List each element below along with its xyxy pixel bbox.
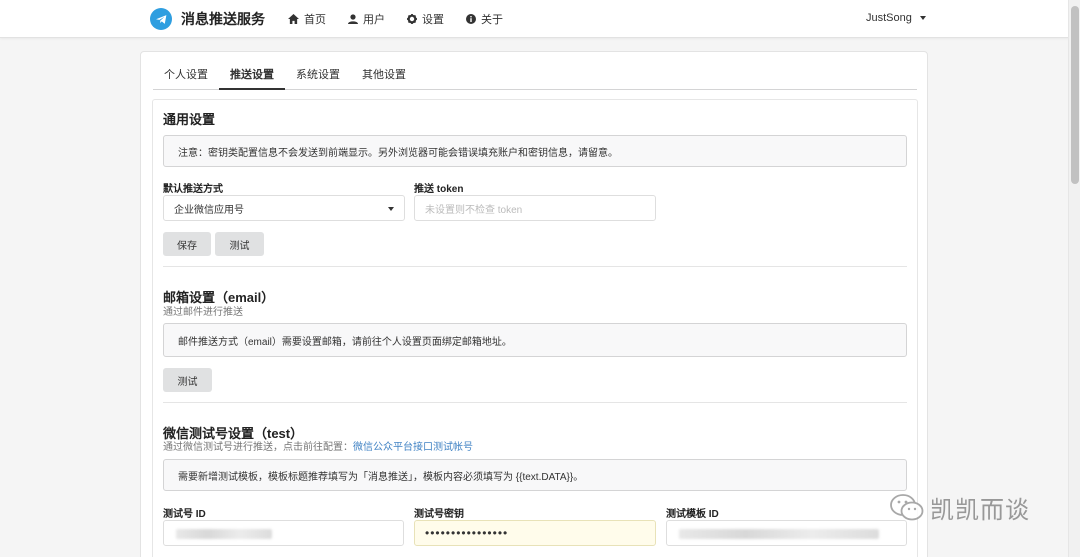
nav-about-label: 关于: [481, 14, 503, 26]
test-id-label: 测试号 ID: [163, 509, 206, 520]
settings-card: 个人设置 推送设置 系统设置 其他设置 通用设置 注意：密钥类配置信息不会发送到…: [140, 51, 928, 557]
info-icon: [466, 14, 476, 24]
brand[interactable]: 消息推送服务: [150, 8, 265, 30]
gear-icon: [407, 14, 417, 24]
push-token-input[interactable]: 未设置则不检查 token: [414, 195, 656, 221]
user-name: JustSong: [866, 12, 912, 24]
page-scrollbar[interactable]: [1068, 0, 1080, 557]
wechat-test-notice: 需要新增测试模板，模板标题推荐填写为「消息推送」，模板内容必须填写为 {{tex…: [163, 459, 907, 491]
nav-about[interactable]: 关于: [466, 11, 503, 27]
email-section-subtitle: 通过邮件进行推送: [163, 307, 243, 318]
default-method-label: 默认推送方式: [163, 184, 223, 195]
wechat-logo-icon: [890, 493, 924, 520]
top-navbar: 消息推送服务 首页 用户 设置 关于 JustSong: [0, 0, 1080, 38]
email-notice: 邮件推送方式（email）需要设置邮箱，请前往个人设置页面绑定邮箱地址。: [163, 323, 907, 357]
test-secret-input[interactable]: ••••••••••••••••: [414, 520, 656, 546]
save-button[interactable]: 保存: [163, 232, 211, 256]
section-divider: [163, 266, 907, 267]
watermark-text: 凯凯而谈: [930, 497, 1030, 524]
test-template-input[interactable]: [666, 520, 907, 546]
nav-home-label: 首页: [304, 14, 326, 26]
home-icon: [288, 14, 299, 24]
default-method-select[interactable]: 企业微信应用号: [163, 195, 405, 221]
wechat-test-section-subtitle: 通过微信测试号进行推送，点击前往配置：微信公众平台接口测试帐号: [163, 438, 473, 453]
nav-users-label: 用户: [363, 14, 385, 26]
user-icon: [348, 14, 358, 24]
watermark: 凯凯而谈: [890, 490, 1030, 525]
dropdown-caret-icon: [388, 207, 394, 211]
user-menu[interactable]: JustSong: [866, 12, 926, 24]
tab-system[interactable]: 系统设置: [285, 62, 351, 90]
wechat-test-subtitle-text: 通过微信测试号进行推送，点击前往配置：: [163, 442, 353, 453]
tab-push[interactable]: 推送设置: [219, 62, 285, 90]
wechat-test-config-link[interactable]: 微信公众平台接口测试帐号: [353, 442, 473, 453]
nav-home[interactable]: 首页: [288, 11, 326, 27]
general-notice: 注意：密钥类配置信息不会发送到前端显示。另外浏览器可能会错误填充账户和密钥信息，…: [163, 135, 907, 167]
redacted-value: [679, 529, 879, 539]
telegram-logo-icon: [150, 8, 172, 30]
redacted-value: [176, 529, 272, 539]
caret-down-icon: [919, 16, 926, 20]
nav-users[interactable]: 用户: [348, 11, 385, 27]
general-section-title: 通用设置: [163, 112, 216, 127]
settings-tabs: 个人设置 推送设置 系统设置 其他设置: [153, 62, 917, 90]
tab-other[interactable]: 其他设置: [351, 62, 417, 90]
default-method-value: 企业微信应用号: [174, 204, 244, 216]
tab-personal[interactable]: 个人设置: [153, 62, 219, 90]
brand-title: 消息推送服务: [181, 11, 265, 27]
section-divider: [163, 402, 907, 403]
test-secret-label: 测试号密钥: [414, 509, 464, 520]
push-token-label: 推送 token: [414, 184, 464, 195]
test-secret-value: ••••••••••••••••: [425, 526, 509, 540]
nav-settings-label: 设置: [422, 14, 444, 26]
scrollbar-thumb[interactable]: [1071, 6, 1079, 184]
general-test-button[interactable]: 测试: [215, 232, 264, 256]
test-template-label: 测试模板 ID: [666, 509, 719, 520]
nav-settings[interactable]: 设置: [407, 11, 444, 27]
email-test-button[interactable]: 测试: [163, 368, 212, 392]
push-token-placeholder: 未设置则不检查 token: [425, 204, 523, 216]
test-id-input[interactable]: [163, 520, 404, 546]
push-settings-panel: 通用设置 注意：密钥类配置信息不会发送到前端显示。另外浏览器可能会错误填充账户和…: [152, 99, 918, 557]
main-nav: 首页 用户 设置 关于: [288, 0, 525, 38]
